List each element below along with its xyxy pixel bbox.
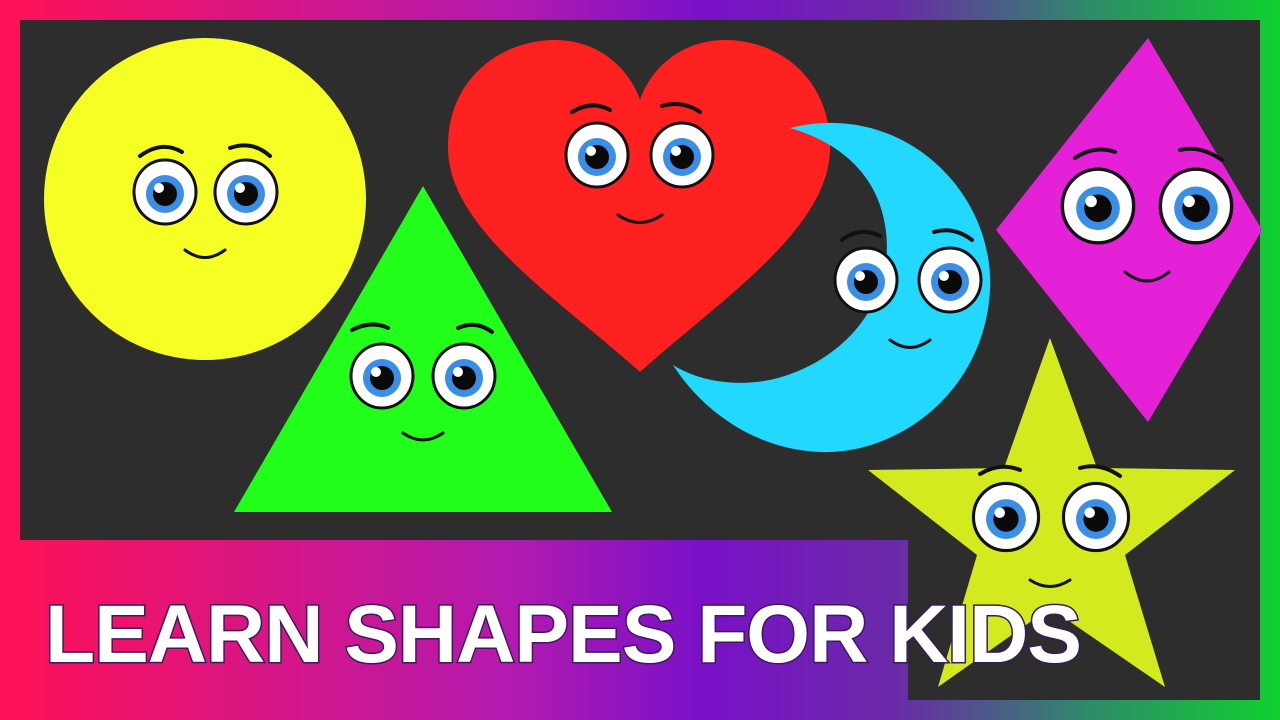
title-banner: LEARN SHAPES FOR KIDS — [45, 589, 1081, 680]
thumbnail-canvas: LEARN SHAPES FOR KIDS — [20, 20, 1262, 700]
circle-shape — [44, 38, 366, 360]
